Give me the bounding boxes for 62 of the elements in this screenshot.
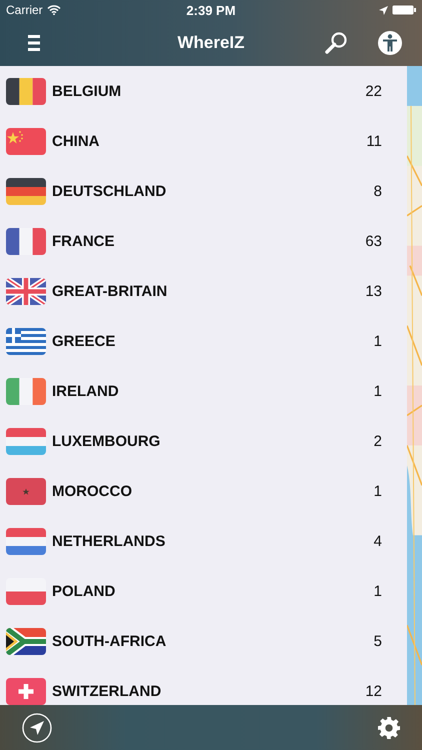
country-name: BELGIUM	[52, 82, 122, 100]
accessibility-icon[interactable]	[378, 31, 402, 55]
flag-icon	[6, 128, 46, 154]
flag-icon	[6, 578, 46, 604]
place-count: 1	[374, 482, 382, 500]
place-count: 13	[365, 282, 382, 300]
country-row[interactable]: GREAT-BRITAIN 13	[0, 266, 407, 316]
country-row[interactable]: DEUTSCHLAND 8	[0, 166, 407, 216]
flag-icon	[6, 328, 46, 354]
place-count: 8	[374, 182, 382, 200]
country-name: GREAT-BRITAIN	[52, 282, 168, 300]
place-count: 4	[374, 532, 382, 550]
place-count: 1	[374, 582, 382, 600]
flag-icon	[6, 528, 46, 554]
country-name: SOUTH-AFRICA	[52, 632, 168, 650]
place-count: 2	[374, 432, 382, 450]
country-row[interactable]: IRELAND 1	[0, 366, 407, 416]
clock-time: 2:39 PM	[186, 2, 236, 18]
place-count: 5	[374, 632, 382, 650]
country-row[interactable]: SWITZERLAND 12	[0, 666, 407, 705]
flag-icon	[6, 628, 46, 654]
flag-icon	[6, 278, 46, 304]
settings-icon[interactable]	[378, 716, 400, 738]
search-icon[interactable]	[324, 31, 348, 55]
country-row[interactable]: LUXEMBOURG 2	[0, 416, 407, 466]
flag-icon	[6, 478, 46, 504]
flag-icon	[6, 78, 46, 104]
flag-icon	[6, 228, 46, 254]
carrier-label: Carrier	[6, 3, 43, 17]
flag-icon	[6, 678, 46, 704]
country-name: FRANCE	[52, 232, 116, 250]
country-name: CHINA	[52, 132, 100, 150]
menu-icon[interactable]	[28, 35, 40, 51]
battery-icon	[392, 5, 416, 15]
app-title: WhereIZ	[177, 33, 245, 53]
place-count: 63	[365, 232, 382, 250]
country-name: MOROCCO	[52, 482, 133, 500]
location-arrow-icon	[379, 6, 388, 14]
country-row[interactable]: POLAND 1	[0, 566, 407, 616]
country-row[interactable]: MOROCCO 1	[0, 466, 407, 516]
country-row[interactable]: FRANCE 63	[0, 216, 407, 266]
country-row[interactable]: SOUTH-AFRICA 5	[0, 616, 407, 666]
country-name: GREECE	[52, 332, 116, 350]
place-count: 12	[365, 682, 382, 700]
flag-icon	[6, 178, 46, 204]
country-name: NETHERLANDS	[52, 532, 166, 550]
country-name: DEUTSCHLAND	[52, 182, 168, 200]
country-name: LUXEMBOURG	[52, 432, 162, 450]
country-name: SWITZERLAND	[52, 682, 162, 700]
country-row[interactable]: GREECE 1	[0, 316, 407, 366]
country-name: POLAND	[52, 582, 116, 600]
flag-icon	[6, 378, 46, 404]
wifi-icon	[46, 5, 61, 15]
country-row[interactable]: CHINA 11	[0, 116, 407, 166]
flag-icon	[6, 428, 46, 454]
country-row[interactable]: BELGIUM 22	[0, 66, 407, 116]
place-count: 1	[374, 382, 382, 400]
country-name: IRELAND	[52, 382, 120, 400]
place-count: 11	[366, 132, 382, 150]
place-count: 22	[365, 82, 382, 100]
country-row[interactable]: NETHERLANDS 4	[0, 516, 407, 566]
place-count: 1	[374, 332, 382, 350]
